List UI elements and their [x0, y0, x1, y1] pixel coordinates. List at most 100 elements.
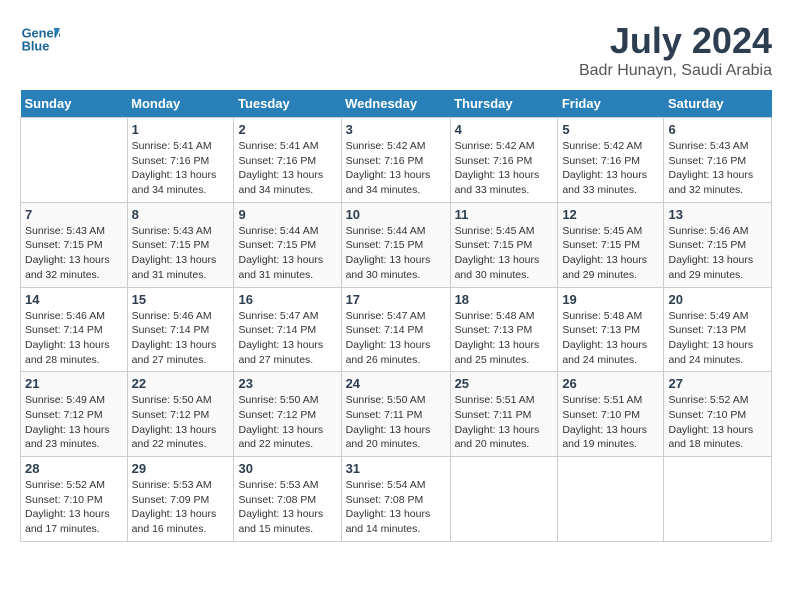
day-number: 6 [668, 122, 767, 137]
calendar-cell: 21 Sunrise: 5:49 AMSunset: 7:12 PMDayligh… [21, 372, 128, 457]
day-info: Sunrise: 5:43 AMSunset: 7:15 PMDaylight:… [132, 224, 230, 283]
day-number: 19 [562, 292, 659, 307]
calendar-cell: 20Sunrise: 5:49 AMSunset: 7:13 PMDayligh… [664, 287, 772, 372]
day-number: 3 [346, 122, 446, 137]
day-number: 10 [346, 207, 446, 222]
calendar-cell: 11 Sunrise: 5:45 AMSunset: 7:15 PMDayligh… [450, 202, 558, 287]
day-number: 1 [132, 122, 230, 137]
day-info: Sunrise: 5:54 AMSunset: 7:08 PMDaylight:… [346, 478, 446, 537]
day-info: Sunrise: 5:53 AMSunset: 7:08 PMDaylight:… [238, 478, 336, 537]
header-saturday: Saturday [664, 90, 772, 118]
header-thursday: Thursday [450, 90, 558, 118]
day-number: 13 [668, 207, 767, 222]
day-info: Sunrise: 5:46 AMSunset: 7:15 PMDaylight:… [668, 224, 767, 283]
title-area: July 2024 Badr Hunayn, Saudi Arabia [579, 20, 772, 80]
header: General Blue July 2024 Badr Hunayn, Saud… [20, 20, 772, 80]
calendar-week-4: 28 Sunrise: 5:52 AMSunset: 7:10 PMDayligh… [21, 457, 772, 542]
calendar-week-2: 14Sunrise: 5:46 AMSunset: 7:14 PMDayligh… [21, 287, 772, 372]
day-number: 4 [455, 122, 554, 137]
calendar-cell: 28 Sunrise: 5:52 AMSunset: 7:10 PMDayligh… [21, 457, 128, 542]
calendar-cell: 17 Sunrise: 5:47 AMSunset: 7:14 PMDayligh… [341, 287, 450, 372]
calendar-cell: 4 Sunrise: 5:42 AMSunset: 7:16 PMDaylight… [450, 118, 558, 203]
calendar-table: Sunday Monday Tuesday Wednesday Thursday… [20, 90, 772, 542]
day-info: Sunrise: 5:47 AMSunset: 7:14 PMDaylight:… [238, 309, 336, 368]
day-info: Sunrise: 5:50 AMSunset: 7:12 PMDaylight:… [238, 393, 336, 452]
day-number: 15 [132, 292, 230, 307]
day-info: Sunrise: 5:49 AMSunset: 7:13 PMDaylight:… [668, 309, 767, 368]
svg-text:Blue: Blue [22, 38, 50, 53]
day-info: Sunrise: 5:51 AMSunset: 7:10 PMDaylight:… [562, 393, 659, 452]
day-info: Sunrise: 5:42 AMSunset: 7:16 PMDaylight:… [562, 139, 659, 198]
day-info: Sunrise: 5:50 AMSunset: 7:12 PMDaylight:… [132, 393, 230, 452]
day-number: 27 [668, 376, 767, 391]
calendar-cell: 25Sunrise: 5:51 AMSunset: 7:11 PMDayligh… [450, 372, 558, 457]
calendar-cell: 9 Sunrise: 5:44 AMSunset: 7:15 PMDaylight… [234, 202, 341, 287]
calendar-cell: 19 Sunrise: 5:48 AMSunset: 7:13 PMDayligh… [558, 287, 664, 372]
header-tuesday: Tuesday [234, 90, 341, 118]
calendar-cell: 14Sunrise: 5:46 AMSunset: 7:14 PMDayligh… [21, 287, 128, 372]
day-info: Sunrise: 5:43 AMSunset: 7:16 PMDaylight:… [668, 139, 767, 198]
day-number: 17 [346, 292, 446, 307]
day-info: Sunrise: 5:52 AMSunset: 7:10 PMDaylight:… [25, 478, 123, 537]
day-number: 24 [346, 376, 446, 391]
calendar-cell: 7 Sunrise: 5:43 AMSunset: 7:15 PMDaylight… [21, 202, 128, 287]
calendar-cell [21, 118, 128, 203]
calendar-cell: 5 Sunrise: 5:42 AMSunset: 7:16 PMDaylight… [558, 118, 664, 203]
day-info: Sunrise: 5:49 AMSunset: 7:12 PMDaylight:… [25, 393, 123, 452]
day-info: Sunrise: 5:43 AMSunset: 7:15 PMDaylight:… [25, 224, 123, 283]
calendar-cell: 22 Sunrise: 5:50 AMSunset: 7:12 PMDayligh… [127, 372, 234, 457]
calendar-cell: 26 Sunrise: 5:51 AMSunset: 7:10 PMDayligh… [558, 372, 664, 457]
day-info: Sunrise: 5:48 AMSunset: 7:13 PMDaylight:… [455, 309, 554, 368]
day-info: Sunrise: 5:44 AMSunset: 7:15 PMDaylight:… [238, 224, 336, 283]
day-number: 23 [238, 376, 336, 391]
calendar-cell: 18 Sunrise: 5:48 AMSunset: 7:13 PMDayligh… [450, 287, 558, 372]
day-number: 28 [25, 461, 123, 476]
day-info: Sunrise: 5:46 AMSunset: 7:14 PMDaylight:… [25, 309, 123, 368]
calendar-cell: 12Sunrise: 5:45 AMSunset: 7:15 PMDayligh… [558, 202, 664, 287]
day-info: Sunrise: 5:42 AMSunset: 7:16 PMDaylight:… [455, 139, 554, 198]
calendar-cell: 6 Sunrise: 5:43 AMSunset: 7:16 PMDaylight… [664, 118, 772, 203]
calendar-cell: 15Sunrise: 5:46 AMSunset: 7:14 PMDayligh… [127, 287, 234, 372]
header-sunday: Sunday [21, 90, 128, 118]
header-wednesday: Wednesday [341, 90, 450, 118]
day-info: Sunrise: 5:41 AMSunset: 7:16 PMDaylight:… [238, 139, 336, 198]
day-info: Sunrise: 5:47 AMSunset: 7:14 PMDaylight:… [346, 309, 446, 368]
day-number: 16 [238, 292, 336, 307]
day-info: Sunrise: 5:41 AMSunset: 7:16 PMDaylight:… [132, 139, 230, 198]
day-number: 11 [455, 207, 554, 222]
day-info: Sunrise: 5:45 AMSunset: 7:15 PMDaylight:… [455, 224, 554, 283]
calendar-cell: 10 Sunrise: 5:44 AMSunset: 7:15 PMDayligh… [341, 202, 450, 287]
day-number: 22 [132, 376, 230, 391]
day-number: 9 [238, 207, 336, 222]
logo: General Blue [20, 20, 62, 60]
day-number: 8 [132, 207, 230, 222]
calendar-cell: 16 Sunrise: 5:47 AMSunset: 7:14 PMDayligh… [234, 287, 341, 372]
calendar-cell: 29Sunrise: 5:53 AMSunset: 7:09 PMDayligh… [127, 457, 234, 542]
day-number: 26 [562, 376, 659, 391]
main-title: July 2024 [579, 20, 772, 62]
logo-icon: General Blue [20, 20, 60, 60]
header-friday: Friday [558, 90, 664, 118]
calendar-cell: 2Sunrise: 5:41 AMSunset: 7:16 PMDaylight… [234, 118, 341, 203]
calendar-cell: 30Sunrise: 5:53 AMSunset: 7:08 PMDayligh… [234, 457, 341, 542]
calendar-cell [664, 457, 772, 542]
day-info: Sunrise: 5:44 AMSunset: 7:15 PMDaylight:… [346, 224, 446, 283]
calendar-cell: 23 Sunrise: 5:50 AMSunset: 7:12 PMDayligh… [234, 372, 341, 457]
calendar-cell: 8 Sunrise: 5:43 AMSunset: 7:15 PMDaylight… [127, 202, 234, 287]
day-info: Sunrise: 5:48 AMSunset: 7:13 PMDaylight:… [562, 309, 659, 368]
calendar-week-3: 21 Sunrise: 5:49 AMSunset: 7:12 PMDayligh… [21, 372, 772, 457]
day-number: 18 [455, 292, 554, 307]
day-info: Sunrise: 5:51 AMSunset: 7:11 PMDaylight:… [455, 393, 554, 452]
calendar-week-0: 1 Sunrise: 5:41 AMSunset: 7:16 PMDaylight… [21, 118, 772, 203]
day-number: 31 [346, 461, 446, 476]
day-info: Sunrise: 5:50 AMSunset: 7:11 PMDaylight:… [346, 393, 446, 452]
day-number: 12 [562, 207, 659, 222]
calendar-cell: 31 Sunrise: 5:54 AMSunset: 7:08 PMDayligh… [341, 457, 450, 542]
calendar-cell: 24 Sunrise: 5:50 AMSunset: 7:11 PMDayligh… [341, 372, 450, 457]
day-number: 21 [25, 376, 123, 391]
subtitle: Badr Hunayn, Saudi Arabia [579, 62, 772, 80]
day-number: 7 [25, 207, 123, 222]
day-info: Sunrise: 5:42 AMSunset: 7:16 PMDaylight:… [346, 139, 446, 198]
day-number: 5 [562, 122, 659, 137]
day-info: Sunrise: 5:53 AMSunset: 7:09 PMDaylight:… [132, 478, 230, 537]
